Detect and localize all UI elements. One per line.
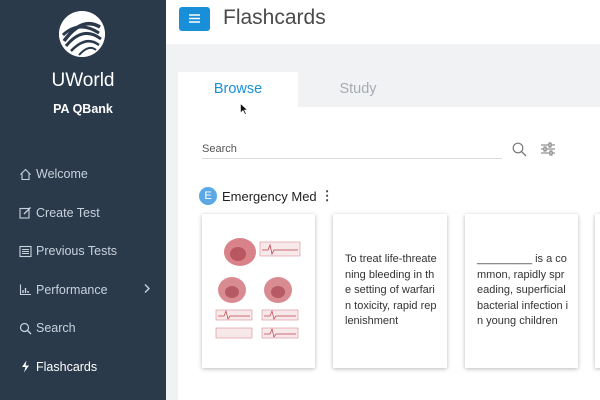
hamburger-icon: [189, 10, 200, 28]
sidebar: UWorld PA QBank Welcome Create Test Prev…: [0, 0, 166, 400]
flashcard-text: _________ is a common, rapidly spreading…: [477, 253, 569, 327]
heart-ecg-diagram: [210, 232, 310, 352]
deck-header: E Emergency Med ⋮: [199, 187, 334, 205]
flashcard-image[interactable]: [202, 214, 315, 368]
main-content: Browse Study E Emergency Med ⋮: [166, 44, 600, 400]
flashcard[interactable]: _________ is a common, rapidly spreading…: [465, 214, 578, 368]
chart-icon: [18, 283, 32, 297]
sidebar-nav: Welcome Create Test Previous Tests Perfo…: [0, 155, 166, 386]
search-input[interactable]: [202, 139, 502, 159]
browse-panel: E Emergency Med ⋮: [178, 107, 600, 400]
top-header: Flashcards: [166, 0, 600, 44]
tab-browse[interactable]: Browse: [178, 72, 298, 107]
list-icon: [18, 244, 32, 258]
sidebar-item-label: Performance: [36, 282, 108, 297]
search-icon: [18, 321, 32, 335]
page-title: Flashcards: [223, 6, 326, 29]
bolt-icon: [18, 360, 32, 374]
mouse-cursor-icon: [240, 102, 249, 120]
sidebar-item-label: Welcome: [36, 167, 88, 182]
sidebar-item-welcome[interactable]: Welcome: [0, 155, 166, 194]
flashcard[interactable]: To treat life-threatening bleeding in th…: [333, 214, 447, 368]
sidebar-item-create-test[interactable]: Create Test: [0, 194, 166, 233]
home-icon: [18, 167, 32, 181]
product-name: PA QBank: [53, 102, 113, 116]
chevron-right-icon: [143, 283, 151, 297]
flashcard-text: To treat life-threatening bleeding in th…: [345, 253, 437, 327]
deck-badge: E: [199, 187, 217, 205]
uworld-logo: [59, 11, 105, 57]
brand-name: UWorld: [51, 70, 115, 91]
sidebar-item-label: Flashcards: [36, 359, 98, 374]
sidebar-item-flashcards[interactable]: Flashcards: [0, 348, 166, 387]
flashcard-partial[interactable]: [595, 214, 600, 368]
sidebar-item-label: Previous Tests: [36, 244, 118, 259]
deck-title[interactable]: Emergency Med: [222, 189, 317, 204]
sidebar-item-label: Create Test: [36, 205, 100, 220]
sidebar-item-search[interactable]: Search: [0, 309, 166, 348]
menu-toggle-button[interactable]: [179, 7, 210, 31]
sidebar-item-previous-tests[interactable]: Previous Tests: [0, 232, 166, 271]
sidebar-item-performance[interactable]: Performance: [0, 271, 166, 310]
more-options-icon[interactable]: ⋮: [321, 188, 334, 204]
search-icon[interactable]: [512, 142, 527, 162]
edit-icon: [18, 206, 32, 220]
sidebar-item-label: Search: [36, 321, 76, 336]
filter-settings-icon[interactable]: [540, 141, 556, 162]
tab-study[interactable]: Study: [298, 72, 418, 107]
